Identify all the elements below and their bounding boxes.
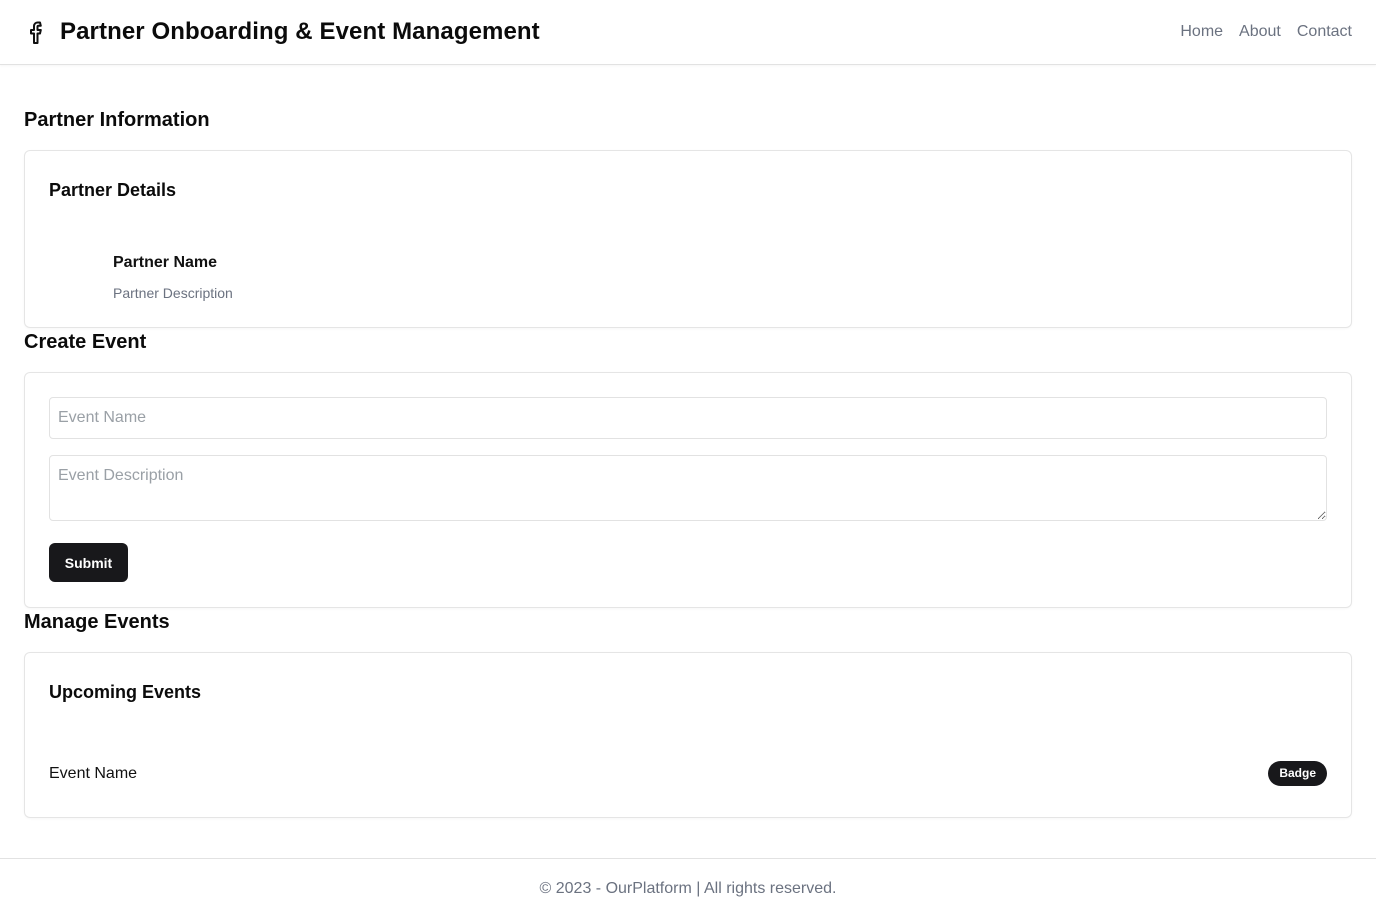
- top-header: Partner Onboarding & Event Management Ho…: [0, 0, 1376, 65]
- partner-description: Partner Description: [113, 285, 233, 301]
- nav-home-link[interactable]: Home: [1180, 21, 1223, 43]
- upcoming-events-title: Upcoming Events: [49, 682, 202, 702]
- footer-copyright: © 2023 - OurPlatform | All rights reserv…: [539, 880, 837, 897]
- submit-button[interactable]: Submit: [49, 543, 128, 582]
- partner-details-title: Partner Details: [49, 180, 177, 200]
- event-name: Event Name: [49, 765, 138, 782]
- upcoming-events-card: Upcoming Events Event Name Badge: [24, 652, 1352, 818]
- page-footer: © 2023 - OurPlatform | All rights reserv…: [0, 858, 1376, 916]
- nav-contact-link[interactable]: Contact: [1297, 21, 1352, 43]
- partner-information-heading: Partner Information: [24, 109, 210, 131]
- nav-about-link[interactable]: About: [1239, 21, 1281, 43]
- main-nav: Home About Contact: [1180, 21, 1352, 43]
- event-name-input[interactable]: [49, 397, 1327, 439]
- event-badge: Badge: [1268, 761, 1327, 786]
- partner-details-card: Partner Details Partner Name Partner Des…: [24, 150, 1352, 328]
- manage-events-heading: Manage Events: [24, 611, 170, 633]
- partner-name: Partner Name: [113, 254, 218, 271]
- app-title: Partner Onboarding & Event Management: [60, 18, 540, 45]
- event-description-textarea[interactable]: [49, 455, 1327, 521]
- create-event-heading: Create Event: [24, 331, 147, 353]
- create-event-card: Submit: [24, 372, 1352, 608]
- facebook-icon[interactable]: [27, 19, 45, 45]
